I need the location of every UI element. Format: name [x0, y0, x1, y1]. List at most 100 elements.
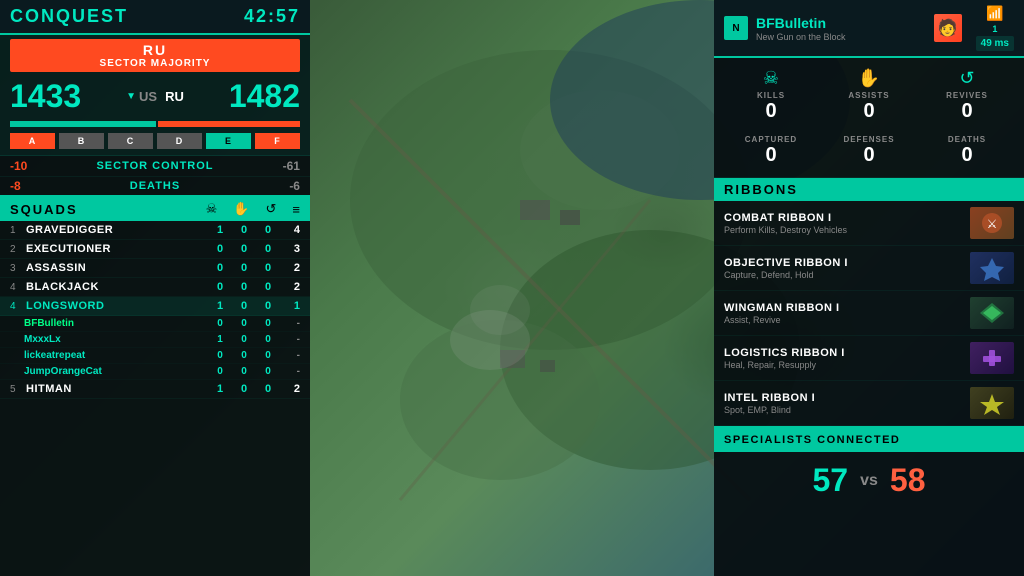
sector-control-us-val: -10 [10, 159, 27, 173]
ribbon-logistics-info: LOGISTICS RIBBON I Heal, Repair, Resuppl… [724, 347, 970, 370]
ribbon-objective-name: OBJECTIVE RIBBON I [724, 257, 970, 269]
right-panel: N BFBulletin New Gun on the Block 🧑 📶 1 … [714, 0, 1024, 576]
player-info: BFBulletin New Gun on the Block [756, 15, 926, 42]
svg-text:⚔: ⚔ [987, 217, 998, 231]
ru-label: RU [165, 89, 184, 104]
left-panel: CONQUEST 42:57 RU SECTOR MAJORITY 1433 ▼… [0, 0, 310, 576]
squad-row[interactable]: 4 LONGSWORD 1 0 0 1 [0, 297, 310, 316]
sector-a: A [10, 133, 55, 149]
revives-icon: ↺ [922, 68, 1012, 89]
sector-c: C [108, 133, 153, 149]
server-number: 1 [992, 24, 997, 34]
kills-icon: ☠ [726, 68, 816, 89]
kills-stat: ☠ KILLS 0 [724, 64, 818, 127]
player-character-icon: 🧑 [934, 14, 962, 42]
defenses-label: DEFENSES [824, 135, 914, 144]
ribbon-intel-info: INTEL RIBBON I Spot, EMP, Blind [724, 392, 970, 415]
stats-grid-bottom: CAPTURED 0 DEFENSES 0 DEATHS 0 [724, 131, 1014, 171]
revives-value: 0 [922, 100, 1012, 123]
sector-flags: A B C D E F [10, 133, 300, 149]
captured-label: CAPTURED [726, 135, 816, 144]
sector-e: E [206, 133, 251, 149]
specialists-score-ru: 58 [890, 462, 926, 499]
sector-control-ru-val: -61 [283, 159, 300, 173]
character-silhouette: 🧑 [938, 18, 958, 38]
ribbon-intel-icon [970, 387, 1014, 419]
squads-header: SQUADS ☠ ✋ ↺ ≡ [0, 197, 310, 221]
assists-value: 0 [824, 100, 914, 123]
ribbon-logistics: LOGISTICS RIBBON I Heal, Repair, Resuppl… [714, 336, 1024, 381]
us-score: 1433 [10, 78, 81, 115]
majority-team: RU [10, 42, 300, 58]
ribbons-header: RIBBONS [714, 178, 1024, 201]
specialists-header: SPECIALISTS CONNECTED [714, 426, 1024, 452]
ribbon-objective-desc: Capture, Defend, Hold [724, 270, 970, 280]
ribbon-intel: INTEL RIBBON I Spot, EMP, Blind [714, 381, 1024, 426]
server-info: 📶 1 49 ms [976, 5, 1014, 51]
ribbon-wingman-desc: Assist, Revive [724, 315, 970, 325]
deaths-row: -8 DEATHS -6 [0, 177, 310, 197]
squad-row[interactable]: 1 GRAVEDIGGER 1 0 0 4 [0, 221, 310, 240]
deaths-label: DEATHS [130, 180, 180, 192]
ribbon-combat-desc: Perform Kills, Destroy Vehicles [724, 225, 970, 235]
ribbon-objective-info: OBJECTIVE RIBBON I Capture, Defend, Hold [724, 257, 970, 280]
ribbon-logistics-desc: Heal, Repair, Resupply [724, 360, 970, 370]
squad-row[interactable]: 5 HITMAN 1 0 0 2 [0, 380, 310, 399]
ribbon-logistics-name: LOGISTICS RIBBON I [724, 347, 970, 359]
stats-grid-top: ☠ KILLS 0 ✋ ASSISTS 0 ↺ REVIVES 0 [724, 64, 1014, 127]
assists-stat: ✋ ASSISTS 0 [822, 64, 916, 127]
score-section: RU SECTOR MAJORITY 1433 ▼ US RU 1482 A B… [0, 35, 310, 156]
squad-row[interactable]: 3 ASSASSIN 0 0 0 2 [0, 259, 310, 278]
ribbon-combat-name: COMBAT RIBBON I [724, 212, 970, 224]
game-timer: 42:57 [244, 6, 300, 27]
deaths-stat: DEATHS 0 [920, 131, 1014, 171]
squads-title: SQUADS [10, 202, 198, 217]
ribbon-objective-icon [970, 252, 1014, 284]
specialists-score-us: 57 [813, 462, 849, 499]
specialists-score: 57 vs 58 [714, 452, 1024, 509]
deaths-ru-val: -6 [289, 179, 300, 193]
squad-row[interactable]: 4 BLACKJACK 0 0 0 2 [0, 278, 310, 297]
ru-progress [158, 121, 300, 127]
defenses-stat: DEFENSES 0 [822, 131, 916, 171]
ribbon-objective: OBJECTIVE RIBBON I Capture, Defend, Hold [714, 246, 1024, 291]
ribbon-intel-name: INTEL RIBBON I [724, 392, 970, 404]
majority-label: SECTOR MAJORITY [10, 58, 300, 69]
squad-row[interactable]: 2 EXECUTIONER 0 0 0 3 [0, 240, 310, 259]
bf-logo: N [724, 16, 748, 40]
assists-label: ASSISTS [824, 91, 914, 100]
revives-header-icon: ↺ [266, 201, 277, 217]
majority-banner: RU SECTOR MAJORITY [10, 39, 300, 72]
ribbon-wingman-info: WINGMAN RIBBON I Assist, Revive [724, 302, 970, 325]
ribbon-wingman-name: WINGMAN RIBBON I [724, 302, 970, 314]
deaths-label: DEATHS [922, 135, 1012, 144]
sector-control-label: SECTOR CONTROL [96, 160, 213, 172]
kills-header-icon: ☠ [206, 201, 218, 217]
ru-score: 1482 [229, 78, 300, 115]
squad-member: JumpOrangeCat 0 0 0 - [0, 364, 310, 380]
ping-display: 49 ms [976, 36, 1014, 51]
squad-member: BFBulletin 0 0 0 - [0, 316, 310, 332]
ribbon-combat: COMBAT RIBBON I Perform Kills, Destroy V… [714, 201, 1024, 246]
scores-row: 1433 ▼ US RU 1482 [10, 78, 300, 115]
deaths-value: 0 [922, 144, 1012, 167]
squad-member: MxxxLx 1 0 0 - [0, 332, 310, 348]
revives-label: REVIVES [922, 91, 1012, 100]
team-labels: ▼ US RU [126, 89, 184, 104]
sector-d: D [157, 133, 202, 149]
deaths-us-val: -8 [10, 179, 21, 193]
ribbon-combat-info: COMBAT RIBBON I Perform Kills, Destroy V… [724, 212, 970, 235]
defenses-value: 0 [824, 144, 914, 167]
team-arrow-icon: ▼ [126, 91, 136, 102]
assists-header-icon: ✋ [233, 201, 249, 217]
menu-header-icon[interactable]: ≡ [292, 202, 300, 217]
ribbon-wingman-icon [970, 297, 1014, 329]
specialists-vs-label: vs [860, 472, 878, 490]
sector-control-row: -10 SECTOR CONTROL -61 [0, 156, 310, 177]
player-subtitle: New Gun on the Block [756, 32, 926, 42]
captured-value: 0 [726, 144, 816, 167]
kills-label: KILLS [726, 91, 816, 100]
captured-stat: CAPTURED 0 [724, 131, 818, 171]
ribbon-intel-desc: Spot, EMP, Blind [724, 405, 970, 415]
specialists-title: SPECIALISTS CONNECTED [724, 434, 900, 446]
